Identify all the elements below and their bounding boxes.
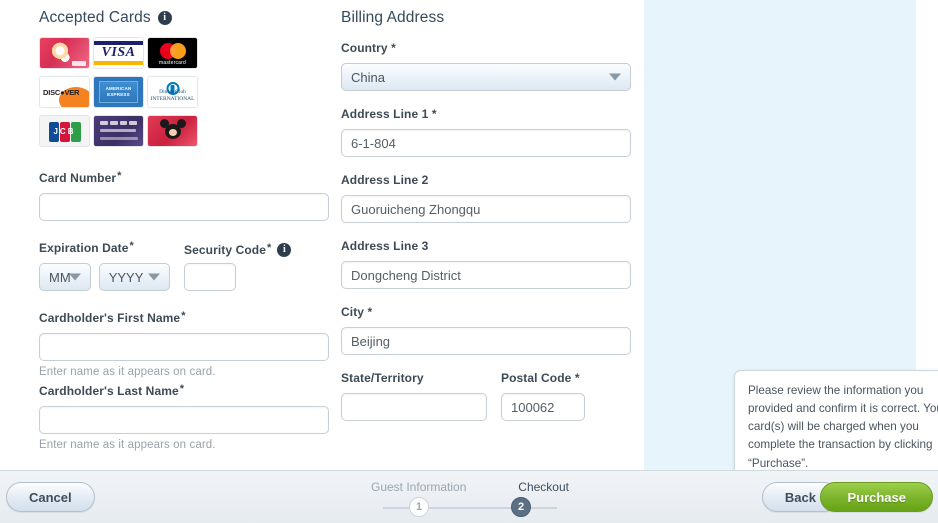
last-name-field: Cardholder's Last Name * Enter name as it… (39, 382, 329, 451)
step-label-checkout[interactable]: Checkout (518, 480, 569, 494)
country-select[interactable]: China (341, 63, 631, 91)
mastercard-card: mastercard (147, 37, 198, 69)
address-line-1-field: Address Line 1 * (341, 105, 631, 157)
billing-address-heading: Billing Address (341, 0, 631, 27)
address-line-3-label: Address Line 3 (341, 239, 429, 253)
required-asterisk: * (129, 240, 134, 252)
accepted-cards-title: Accepted Cards (39, 9, 151, 26)
expiration-month-select[interactable]: MM (39, 263, 91, 291)
card-number-input[interactable] (39, 193, 329, 221)
postal-code-label: Postal Code * (501, 371, 580, 385)
step-circle-1[interactable]: 1 (409, 497, 429, 517)
country-value: China (351, 69, 385, 85)
payment-column: Accepted Cards i VISA mastercard DISC●VE… (39, 0, 329, 451)
step-label-guest-information[interactable]: Guest Information (371, 480, 466, 494)
address-line-3-field: Address Line 3 (341, 237, 631, 289)
discover-card: DISC●VER (39, 76, 90, 108)
required-asterisk: * (179, 383, 185, 395)
tooltip-text: Please review the information you provid… (748, 384, 938, 470)
checkout-stepper: Guest Information Checkout 1 2 (365, 480, 575, 517)
state-label: State/Territory (341, 371, 424, 385)
security-code-info-icon[interactable]: i (277, 243, 292, 257)
first-name-input[interactable] (39, 333, 329, 361)
state-input[interactable] (341, 393, 487, 421)
expiration-year-select[interactable]: YYYY (98, 263, 170, 291)
security-code-input[interactable] (184, 263, 236, 291)
city-field: City * (341, 303, 631, 355)
address-line-3-input[interactable] (341, 261, 631, 289)
required-asterisk: * (181, 310, 186, 322)
purchase-button[interactable]: Purchase (820, 482, 933, 512)
billing-column: Billing Address Country * China Address … (341, 0, 631, 421)
card-number-label: Card Number * (39, 170, 122, 186)
visa-card: VISA (93, 37, 144, 69)
postal-code-field: Postal Code * (501, 369, 585, 421)
postal-code-input[interactable] (501, 393, 585, 421)
last-name-input[interactable] (39, 406, 329, 434)
jcb-card: JCB (39, 115, 90, 147)
disney-visa-card (39, 37, 90, 69)
checkout-page: Accepted Cards i VISA mastercard DISC●VE… (0, 0, 938, 523)
step-circle-2[interactable]: 2 (511, 497, 531, 517)
accepted-cards-grid: VISA mastercard DISC●VER AMERICAN EXPRESS… (39, 37, 329, 147)
address-line-1-input[interactable] (341, 129, 631, 157)
chevron-down-icon (609, 73, 621, 81)
expiration-year-value: YYYY (108, 269, 144, 285)
state-postal-row: State/Territory Postal Code * (341, 369, 631, 421)
chevron-down-icon (68, 273, 81, 281)
first-name-label: Cardholder's First Name * (39, 310, 186, 326)
expiration-date-label: Expiration Date * (39, 240, 134, 256)
address-line-2-field: Address Line 2 (341, 171, 631, 223)
card-number-field: Card Number * (39, 169, 329, 221)
city-label: City * (341, 305, 373, 319)
required-asterisk: * (267, 242, 272, 254)
chevron-down-icon (148, 273, 160, 281)
address-line-1-label: Address Line 1 * (341, 107, 437, 121)
last-name-hint: Enter name as it appears on card. (39, 439, 216, 451)
expiration-month-value: MM (49, 269, 71, 285)
cancel-button[interactable]: Cancel (6, 482, 95, 512)
required-asterisk: * (117, 170, 122, 182)
security-code-label: Security Code * (184, 242, 272, 258)
purchase-info-tooltip: Please review the information you provid… (734, 370, 938, 485)
address-line-2-label: Address Line 2 (341, 173, 429, 187)
last-name-label: Cardholder's Last Name * (39, 383, 185, 399)
billing-address-title: Billing Address (341, 9, 445, 26)
country-field: Country * China (341, 39, 631, 91)
address-line-2-input[interactable] (341, 195, 631, 223)
disney-mickey-card (147, 115, 198, 147)
bottom-navigation-bar: Cancel Guest Information Checkout 1 2 Ba… (0, 470, 938, 523)
first-name-hint: Enter name as it appears on card. (39, 366, 216, 378)
unionpay-disney-card (93, 115, 144, 147)
expiration-security-row: Expiration Date * MM YYYY Security Code … (39, 239, 329, 291)
security-code-label-row: Security Code * i (184, 242, 292, 258)
diners-club-card: Diners Club INTERNATIONAL (147, 76, 198, 108)
accepted-cards-heading: Accepted Cards i (39, 0, 329, 27)
state-field: State/Territory (341, 369, 487, 421)
country-label: Country * (341, 41, 396, 55)
first-name-field: Cardholder's First Name * Enter name as i… (39, 309, 329, 378)
american-express-card: AMERICAN EXPRESS (93, 76, 144, 108)
accepted-cards-info-icon[interactable]: i (157, 11, 172, 25)
city-input[interactable] (341, 327, 631, 355)
